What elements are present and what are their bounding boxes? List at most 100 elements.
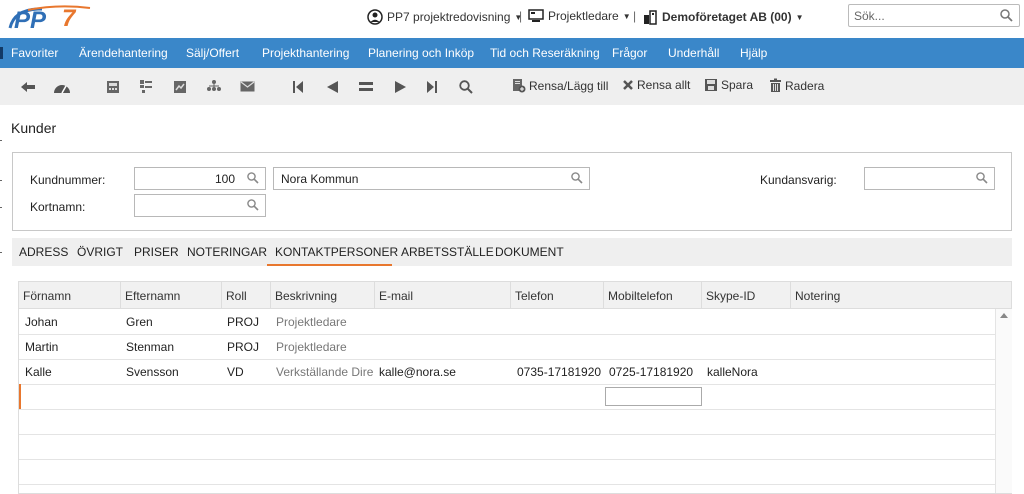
tab-arbetsstalle[interactable]: ARBETSSTÄLLE	[401, 245, 494, 259]
vertical-scrollbar[interactable]	[995, 309, 1012, 493]
cell-roll[interactable]: PROJ	[227, 340, 269, 354]
record-list-icon[interactable]	[358, 81, 374, 93]
column-header-beskrivning[interactable]: Beskrivning	[275, 289, 337, 303]
tab-ovrigt[interactable]: ÖVRIGT	[77, 245, 123, 259]
tab-noteringar[interactable]: NOTERINGAR	[187, 245, 267, 259]
column-divider[interactable]	[603, 282, 604, 308]
empty-row[interactable]	[19, 459, 995, 485]
column-header-fornamn[interactable]: Förnamn	[23, 289, 71, 303]
column-divider[interactable]	[790, 282, 791, 308]
cell-beskrivning[interactable]: Verkställande Direktör	[276, 365, 373, 379]
cell-email[interactable]: kalle@nora.se	[379, 365, 509, 379]
column-header-skype-id[interactable]: Skype-ID	[706, 289, 755, 303]
kundansvarig-input[interactable]	[864, 167, 995, 190]
search-icon[interactable]	[247, 199, 259, 211]
clear-add-icon	[513, 79, 526, 93]
menu-item-hjalp[interactable]: Hjälp	[740, 46, 767, 60]
contacts-table: Förnamn Efternamn Roll Beskrivning E-mai…	[18, 281, 1012, 494]
cell-fornamn[interactable]: Johan	[25, 315, 117, 329]
cell-efternamn[interactable]: Stenman	[126, 340, 218, 354]
last-record-icon[interactable]	[426, 80, 438, 94]
cell-roll[interactable]: PROJ	[227, 315, 269, 329]
tab-kontaktpersoner[interactable]: KONTAKTPERSONER	[275, 245, 398, 259]
cell-efternamn[interactable]: Gren	[126, 315, 218, 329]
tab-priser[interactable]: PRISER	[134, 245, 179, 259]
customer-form	[12, 152, 1012, 231]
column-header-telefon[interactable]: Telefon	[515, 289, 554, 303]
scroll-up-icon[interactable]	[1000, 313, 1008, 318]
previous-record-icon[interactable]	[325, 80, 339, 94]
company-selector[interactable]: Demoföretaget AB (00) ▼	[642, 9, 804, 25]
cell-fornamn[interactable]: Martin	[25, 340, 117, 354]
column-divider[interactable]	[120, 282, 121, 308]
column-divider[interactable]	[270, 282, 271, 308]
tab-dokument[interactable]: DOKUMENT	[495, 245, 564, 259]
mail-icon[interactable]	[240, 81, 255, 92]
search-icon[interactable]	[1000, 9, 1013, 22]
column-divider[interactable]	[701, 282, 702, 308]
clear-add-button[interactable]: Rensa/Lägg till	[512, 78, 608, 93]
clear-all-button[interactable]: Rensa allt	[622, 78, 690, 92]
dashboard-icon[interactable]	[52, 79, 72, 95]
cell-beskrivning[interactable]: Projektledare	[276, 315, 373, 329]
toolbar: Rensa/Lägg till Rensa allt Spara Radera	[0, 68, 1024, 105]
product-selector[interactable]: PP7 projektredovisning ▼	[367, 9, 522, 25]
save-button[interactable]: Spara	[704, 78, 753, 92]
role-selector[interactable]: Projektledare ▼	[528, 9, 631, 23]
column-header-notering[interactable]: Notering	[795, 289, 840, 303]
menu-item-projekthantering[interactable]: Projekthantering	[262, 46, 349, 60]
kundnummer-input[interactable]: 100	[134, 167, 266, 190]
search-icon[interactable]	[976, 172, 988, 184]
chevron-down-icon: ▼	[622, 11, 631, 21]
column-header-roll[interactable]: Roll	[226, 289, 247, 303]
menu-item-tid-reserakning[interactable]: Tid och Reseräkning	[490, 46, 600, 60]
global-search-input[interactable]: Sök...	[848, 4, 1020, 27]
first-record-icon[interactable]	[292, 80, 304, 94]
cell-mobiltelefon[interactable]: 0725-17181920	[609, 365, 701, 379]
calculator-icon[interactable]	[106, 80, 120, 94]
search-icon[interactable]	[247, 172, 259, 184]
menu-item-arendehantering[interactable]: Ärendehantering	[79, 46, 168, 60]
menu-item-planering-inkop[interactable]: Planering och Inköp	[368, 46, 474, 60]
cell-beskrivning[interactable]: Projektledare	[276, 340, 373, 354]
new-row[interactable]	[19, 384, 995, 410]
pp7-logo[interactable]: PP 7	[8, 4, 98, 32]
column-header-mobiltelefon[interactable]: Mobiltelefon	[608, 289, 673, 303]
cell-skype-id[interactable]: kalleNora	[707, 365, 789, 379]
column-divider[interactable]	[374, 282, 375, 308]
empty-row[interactable]	[19, 434, 995, 460]
menu-item-favoriter[interactable]: Favoriter	[11, 46, 58, 60]
cell-efternamn[interactable]: Svensson	[126, 365, 218, 379]
kundnamn-input[interactable]: Nora Kommun	[273, 167, 590, 190]
next-record-icon[interactable]	[394, 80, 408, 94]
chart-icon[interactable]	[173, 80, 187, 94]
table-row[interactable]: Kalle Svensson VD Verkställande Direktör…	[19, 359, 995, 385]
kundnamn-value: Nora Kommun	[281, 172, 359, 186]
delete-button[interactable]: Radera	[769, 78, 824, 93]
product-label: PP7 projektredovisning	[387, 10, 511, 24]
empty-row[interactable]	[19, 409, 995, 435]
column-header-email[interactable]: E-mail	[379, 289, 413, 303]
cell-fornamn[interactable]: Kalle	[25, 365, 117, 379]
kortnamn-input[interactable]	[134, 194, 266, 217]
org-chart-icon[interactable]	[206, 79, 222, 94]
table-row[interactable]: Johan Gren PROJ Projektledare	[19, 309, 995, 335]
mobiltelefon-edit-input[interactable]	[605, 387, 702, 406]
menu-item-fragor[interactable]: Frågor	[612, 46, 647, 60]
search-icon[interactable]	[459, 80, 473, 94]
column-header-efternamn[interactable]: Efternamn	[125, 289, 180, 303]
list-icon[interactable]	[139, 79, 153, 94]
search-icon[interactable]	[571, 172, 583, 184]
cell-telefon[interactable]: 0735-17181920	[517, 365, 603, 379]
menu-item-underhall[interactable]: Underhåll	[668, 46, 719, 60]
tab-adress[interactable]: ADRESS	[19, 245, 68, 259]
company-label: Demoföretaget AB (00)	[662, 10, 792, 24]
table-row[interactable]: Martin Stenman PROJ Projektledare	[19, 334, 995, 360]
kundnummer-value: 100	[214, 172, 235, 186]
column-divider[interactable]	[221, 282, 222, 308]
back-arrow-icon[interactable]	[20, 80, 36, 94]
table-header: Förnamn Efternamn Roll Beskrivning E-mai…	[19, 282, 1011, 309]
cell-roll[interactable]: VD	[227, 365, 269, 379]
menu-item-salj-offert[interactable]: Sälj/Offert	[186, 46, 239, 60]
column-divider[interactable]	[510, 282, 511, 308]
